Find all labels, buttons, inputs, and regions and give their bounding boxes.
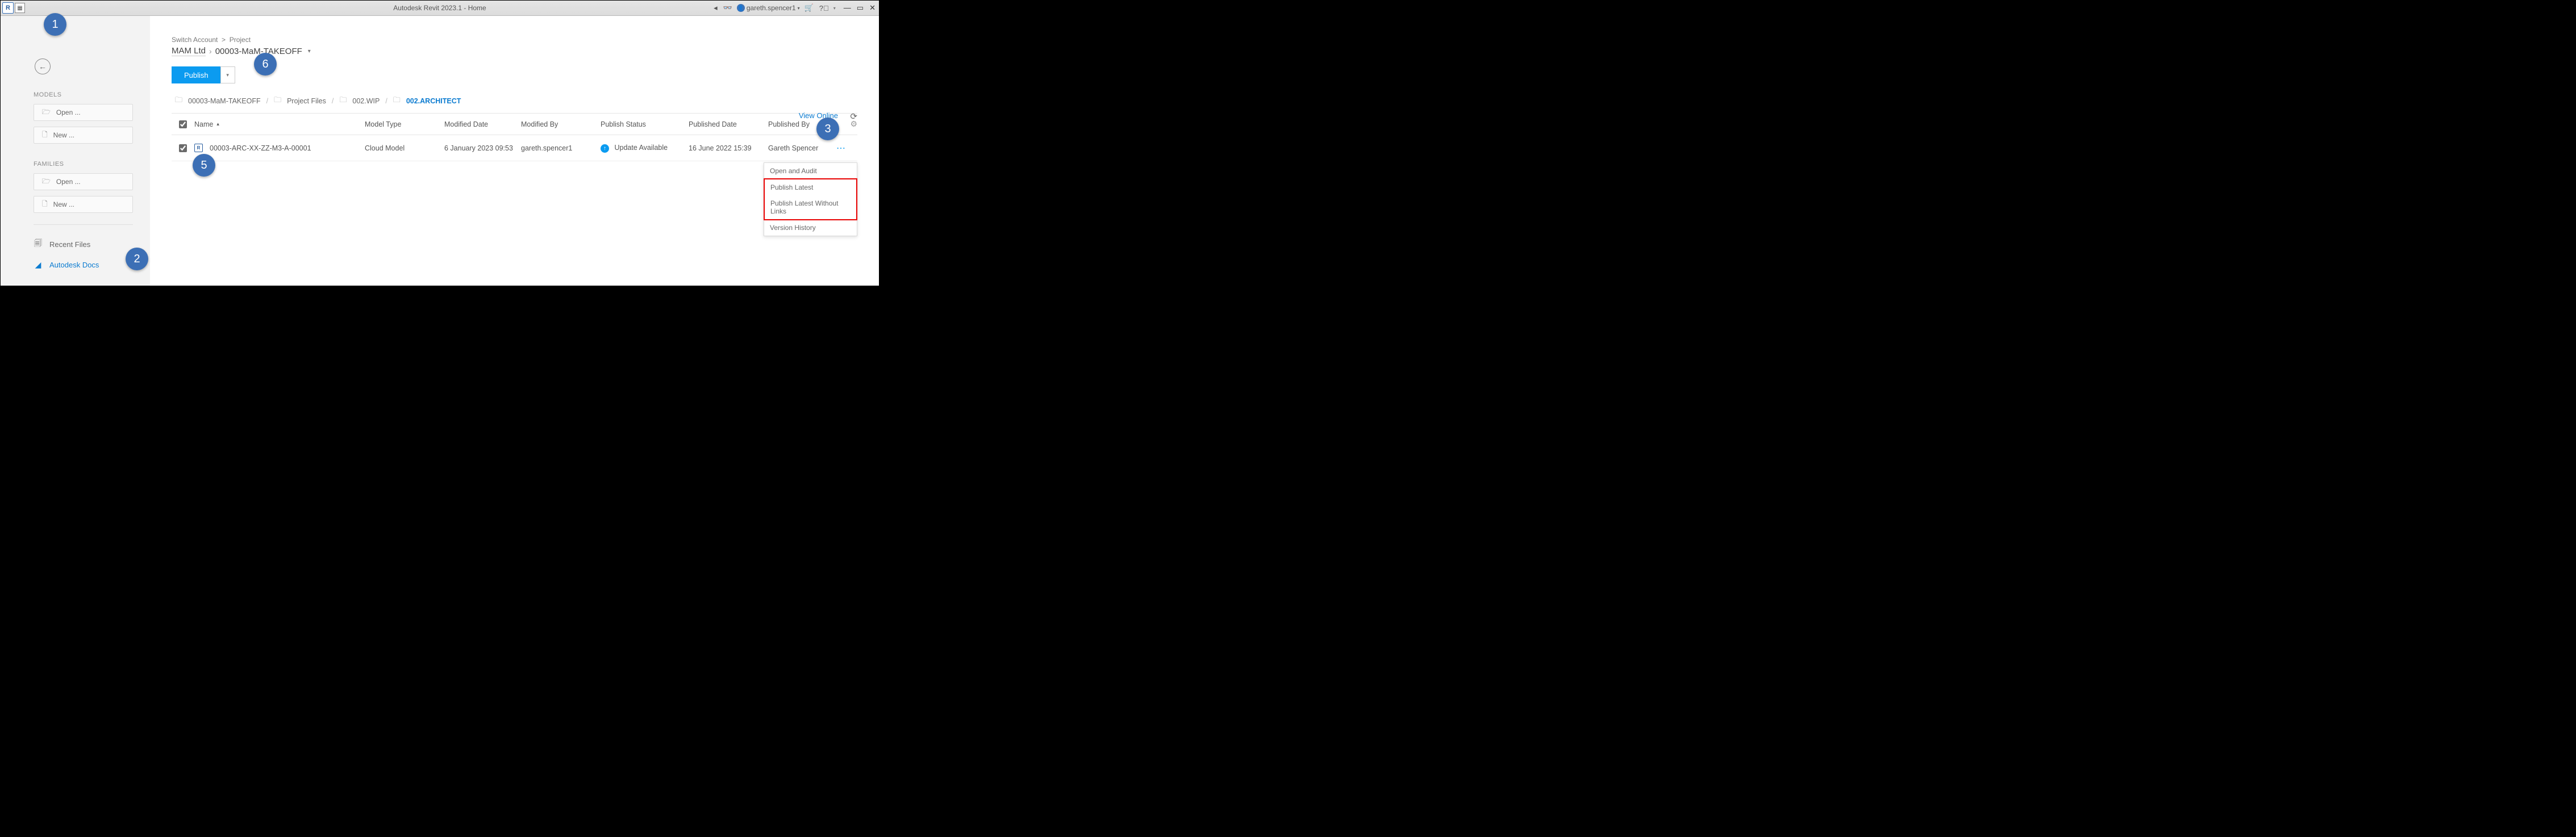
recent-files-label: Recent Files <box>49 240 90 249</box>
menu-publish-latest-without-links[interactable]: Publish Latest Without Links <box>765 195 856 219</box>
menu-open-and-audit[interactable]: Open and Audit <box>764 163 857 179</box>
help-icon[interactable]: ?⃝ <box>818 3 830 14</box>
switch-account-link[interactable]: Switch Account <box>172 36 218 44</box>
help-caret-icon[interactable]: ▾ <box>833 6 836 11</box>
new-label: New ... <box>53 200 74 208</box>
publish-button[interactable]: Publish <box>172 66 221 83</box>
path-seg-2[interactable]: Project Files <box>287 97 326 105</box>
families-new-button[interactable]: 🗋 New ... <box>34 196 133 213</box>
cell-pby: Gareth Spencer <box>768 144 836 152</box>
user-name: gareth.spencer1 <box>747 4 796 12</box>
folder-icon: 🗀 <box>274 95 281 107</box>
account-name[interactable]: MAM Ltd <box>172 46 206 56</box>
breadcrumb-small: Switch Account > Project <box>172 36 857 44</box>
models-open-button[interactable]: 🗁 Open ... <box>34 104 133 121</box>
user-menu[interactable]: 👤 gareth.spencer1 ▾ <box>737 4 800 12</box>
publish-dropdown-button[interactable]: ▾ <box>220 66 235 83</box>
cell-mdate: 6 January 2023 09:53 <box>444 144 521 152</box>
cell-pstatus: Update Available <box>614 144 668 152</box>
autodesk-docs-label: Autodesk Docs <box>49 261 99 269</box>
back-button[interactable]: ← <box>35 58 51 74</box>
annotation-badge-6: 6 <box>254 53 277 76</box>
path-seg-3[interactable]: 002.WIP <box>352 97 380 105</box>
path-seg-1[interactable]: 00003-MaM-TAKEOFF <box>188 97 261 105</box>
search-binoculars-icon[interactable]: 👓 <box>722 2 733 14</box>
annotation-badge-5: 5 <box>193 154 215 177</box>
maximize-button[interactable]: ▭ <box>857 3 864 12</box>
revit-file-icon: R <box>194 144 203 152</box>
dropdown-caret-icon: ▾ <box>798 6 800 11</box>
user-avatar-icon: 👤 <box>737 4 745 12</box>
families-section-label: FAMILIES <box>34 161 150 168</box>
chevron-right-icon: › <box>209 47 212 56</box>
marketplace-icon[interactable]: ◂ <box>712 2 719 14</box>
update-available-icon: ↑ <box>601 144 609 153</box>
col-publish-status[interactable]: Publish Status <box>601 120 689 128</box>
models-new-button[interactable]: 🗋 New ... <box>34 127 133 144</box>
revit-logo-icon: R <box>2 2 14 14</box>
annotation-badge-3: 3 <box>816 118 839 140</box>
close-button[interactable]: ✕ <box>869 3 876 12</box>
row-context-menu: Open and Audit Publish Latest Publish La… <box>764 162 857 236</box>
new-file-icon: 🗋 <box>42 129 48 141</box>
annotation-badge-1: 1 <box>44 13 66 36</box>
path-seg-4[interactable]: 002.ARCHITECT <box>406 97 461 105</box>
folder-icon: 🗀 <box>339 95 347 107</box>
file-name: 00003-ARC-XX-ZZ-M3-A-00001 <box>210 144 311 152</box>
folder-path-bar: 🗀 00003-MaM-TAKEOFF / 🗀 Project Files / … <box>172 91 857 114</box>
autodesk-docs-icon: ◢ <box>34 260 43 270</box>
window-title: Autodesk Revit 2023.1 - Home <box>393 4 486 12</box>
open-label: Open ... <box>56 108 81 116</box>
folder-open-icon: 🗁 <box>42 107 51 119</box>
table-header: Name ▴ Model Type Modified Date Modified… <box>172 114 857 135</box>
project-dropdown-icon[interactable]: ▾ <box>308 48 311 55</box>
open-label: Open ... <box>56 178 81 186</box>
models-section-label: MODELS <box>34 91 150 98</box>
table-settings-icon[interactable]: ⚙ <box>850 119 857 129</box>
sort-asc-icon: ▴ <box>216 121 219 127</box>
row-actions-icon[interactable]: ⋯ <box>836 144 846 153</box>
sidebar: ← MODELS 🗁 Open ... 🗋 New ... FAMILIES 🗁… <box>1 16 150 286</box>
divider <box>34 224 133 225</box>
table-row[interactable]: R 00003-ARC-XX-ZZ-M3-A-00001 Cloud Model… <box>172 135 857 161</box>
new-label: New ... <box>53 131 74 139</box>
col-published-date[interactable]: Published Date <box>689 120 768 128</box>
col-modified-date[interactable]: Modified Date <box>444 120 521 128</box>
cell-type: Cloud Model <box>365 144 444 152</box>
annotation-highlight: Publish Latest Publish Latest Without Li… <box>764 178 857 220</box>
menu-publish-latest[interactable]: Publish Latest <box>765 179 856 195</box>
families-open-button[interactable]: 🗁 Open ... <box>34 173 133 190</box>
cell-mby: gareth.spencer1 <box>521 144 601 152</box>
menu-version-history[interactable]: Version History <box>764 220 857 236</box>
folder-open-icon: 🗁 <box>42 176 51 188</box>
breadcrumb-large: MAM Ltd › 00003-MaM-TAKEOFF ▾ <box>172 46 857 56</box>
app-window: R ▦ Autodesk Revit 2023.1 - Home ◂ 👓 👤 g… <box>0 0 879 286</box>
home-thumbnail-icon[interactable]: ▦ <box>15 3 25 13</box>
col-modified-by[interactable]: Modified By <box>521 120 601 128</box>
row-checkbox[interactable] <box>179 144 187 152</box>
new-file-icon: 🗋 <box>42 199 48 211</box>
col-name[interactable]: Name ▴ <box>194 120 365 128</box>
folder-icon: 🗀 <box>393 95 401 107</box>
cell-pdate: 16 June 2022 15:39 <box>689 144 768 152</box>
select-all-checkbox[interactable] <box>179 120 187 128</box>
annotation-badge-2: 2 <box>126 248 148 270</box>
project-crumb: Project <box>230 36 251 44</box>
model-table: Name ▴ Model Type Modified Date Modified… <box>172 114 857 161</box>
titlebar: R ▦ Autodesk Revit 2023.1 - Home ◂ 👓 👤 g… <box>1 1 879 16</box>
folder-icon: 🗀 <box>175 95 182 107</box>
minimize-button[interactable]: — <box>844 3 851 12</box>
col-type[interactable]: Model Type <box>365 120 444 128</box>
cart-icon[interactable]: 🛒 <box>803 2 815 14</box>
recent-files-icon: 🗐 <box>34 237 43 251</box>
